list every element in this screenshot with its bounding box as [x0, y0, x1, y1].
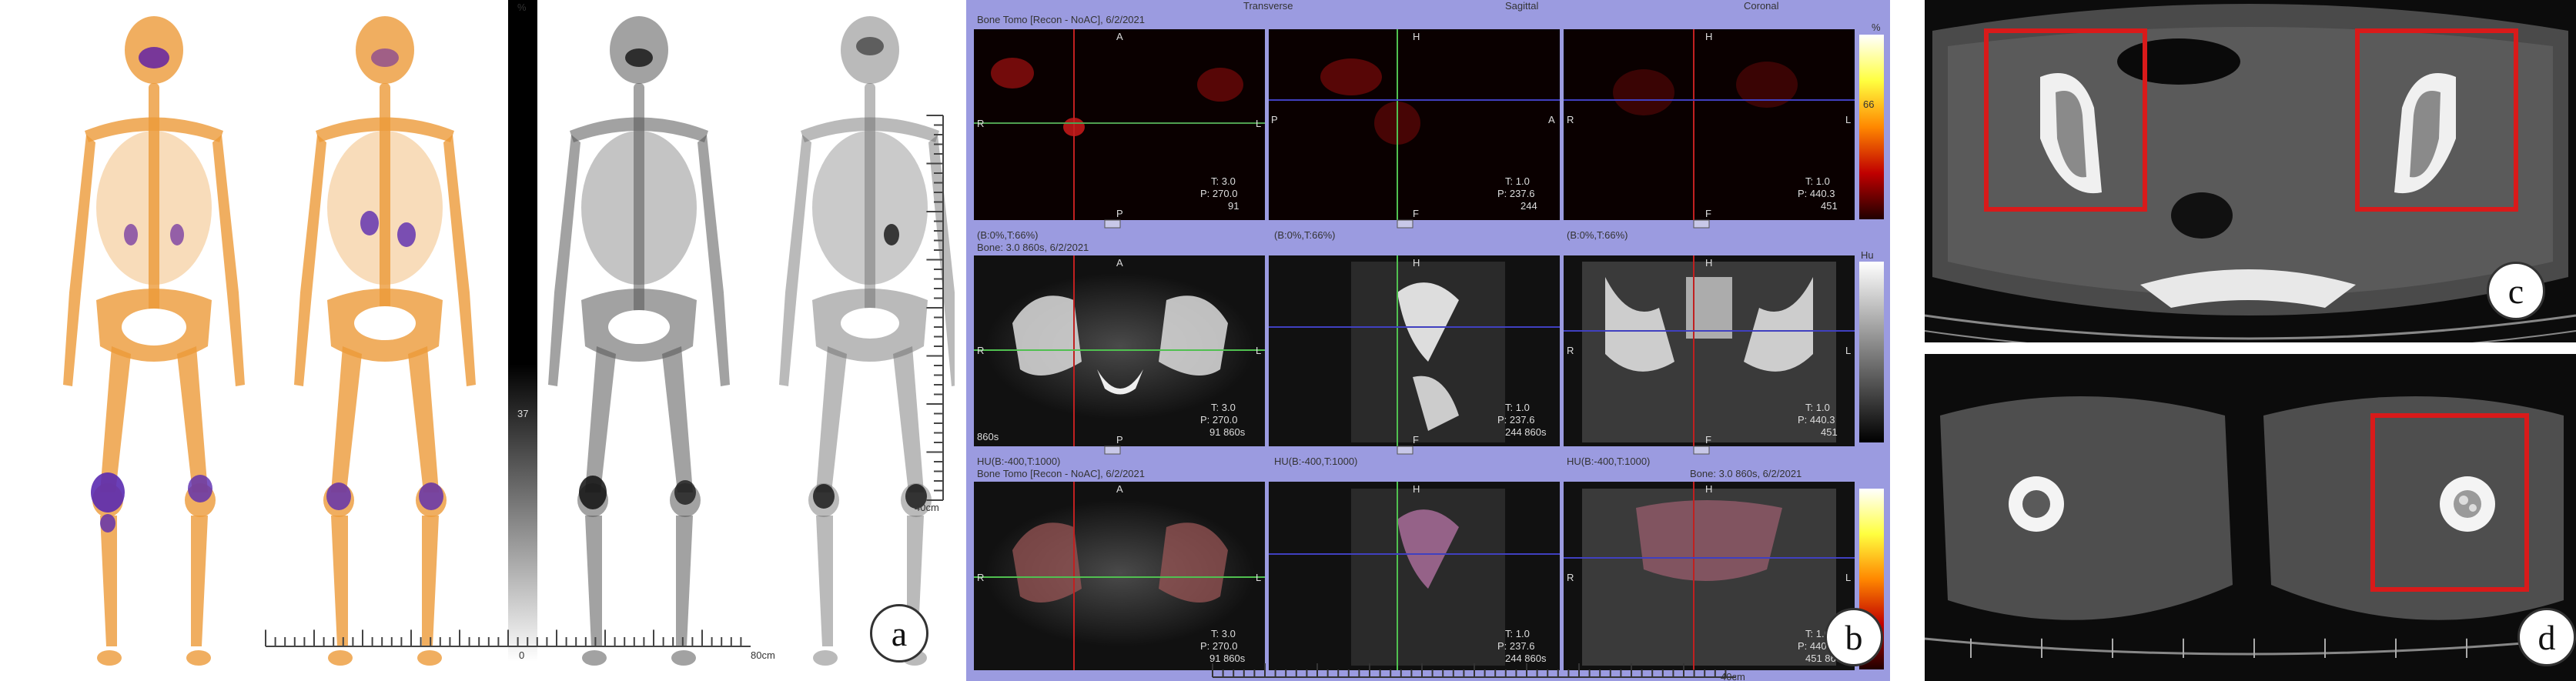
svg-text:P: 270.0: P: 270.0 [1200, 188, 1237, 199]
svg-text:L: L [1256, 572, 1261, 583]
svg-text:L: L [1845, 572, 1851, 583]
bottom-ruler-unit: 80cm [751, 649, 775, 661]
svg-text:HU(B:-400,T:1000): HU(B:-400,T:1000) [1567, 456, 1650, 467]
svg-text:860s: 860s [977, 431, 999, 442]
view-title-coronal: Coronal [1744, 0, 1779, 12]
row1-colorbar [1859, 35, 1884, 219]
panel-a-planar-bone-scan: % 37 0 40cm 80cm a [0, 0, 955, 681]
svg-text:F: F [1705, 208, 1711, 219]
panel-d-svg [1925, 354, 2576, 681]
svg-text:L: L [1845, 114, 1851, 125]
svg-text:L: L [1256, 118, 1261, 129]
svg-text:T: 1.0: T: 1.0 [1505, 175, 1530, 187]
svg-text:L: L [1845, 345, 1851, 356]
svg-text:P: 270.0: P: 270.0 [1200, 414, 1237, 426]
row1-spect: A P R L H F P A H F R L T: 3.0 P: 270.0 … [974, 29, 1855, 229]
svg-text:R: R [1567, 572, 1574, 583]
svg-text:A: A [1116, 31, 1123, 42]
svg-text:(B:0%,T:66%): (B:0%,T:66%) [977, 229, 1038, 241]
svg-text:T: 1.0: T: 1.0 [1805, 402, 1830, 413]
view-title-transverse: Transverse [1243, 0, 1293, 12]
svg-text:H: H [1705, 31, 1712, 42]
colorbar [508, 0, 537, 662]
row2-colorbar [1859, 262, 1884, 442]
svg-text:H: H [1413, 483, 1420, 495]
panel-d-ct-thighs: d [1925, 354, 2576, 681]
svg-text:P: 440.3: P: 440.3 [1798, 414, 1835, 426]
svg-text:A: A [1548, 114, 1555, 125]
svg-text:T: 3.0: T: 3.0 [1211, 175, 1236, 187]
svg-text:P: 440.3: P: 440.3 [1798, 188, 1835, 199]
svg-text:244 860s: 244 860s [1505, 426, 1547, 438]
svg-text:T: 3.0: T: 3.0 [1211, 628, 1236, 639]
svg-text:H: H [1413, 31, 1420, 42]
svg-text:R: R [977, 118, 984, 129]
svg-text:L: L [1256, 345, 1261, 356]
svg-text:HU(B:-400,T:1000): HU(B:-400,T:1000) [1274, 456, 1357, 467]
svg-text:%: % [1872, 22, 1881, 33]
svg-text:P: P [1271, 114, 1278, 125]
svg-text:T: 1.0: T: 1.0 [1505, 628, 1530, 639]
colorbar-bottom-label: 0 [519, 649, 524, 661]
whole-body-posterior-gray [779, 16, 955, 666]
panel-label-d: d [2517, 608, 2576, 666]
svg-text:Bone: 3.0 860s, 6/2/2021: Bone: 3.0 860s, 6/2/2021 [977, 242, 1089, 253]
svg-text:244 860s: 244 860s [1505, 653, 1547, 664]
svg-text:244: 244 [1521, 200, 1537, 212]
svg-text:91: 91 [1228, 200, 1239, 212]
panel-a-svg: % 37 0 40cm 80cm [63, 0, 955, 666]
panel-c-svg [1925, 0, 2576, 342]
panel-b-svg: Transverse Sagittal Coronal Bone Tomo [R… [974, 0, 1884, 681]
svg-text:91 860s: 91 860s [1209, 653, 1246, 664]
svg-text:451: 451 [1821, 200, 1838, 212]
whole-body-anterior-color [63, 16, 245, 666]
svg-text:H: H [1705, 257, 1712, 269]
svg-text:(B:0%,T:66%): (B:0%,T:66%) [1274, 229, 1335, 241]
svg-text:Bone: 3.0 860s, 6/2/2021: Bone: 3.0 860s, 6/2/2021 [1690, 468, 1802, 479]
svg-text:66: 66 [1863, 98, 1874, 110]
svg-text:P: 237.6: P: 237.6 [1497, 640, 1534, 652]
svg-text:(B:0%,T:66%): (B:0%,T:66%) [1567, 229, 1628, 241]
svg-text:T: 1.0: T: 1.0 [1805, 175, 1830, 187]
row3-fused: A R L H H R L T: 3.0 P: 270.0 91 860s T:… [974, 482, 1855, 670]
svg-text:P: P [1116, 208, 1123, 219]
svg-text:F: F [1705, 434, 1711, 446]
svg-text:451: 451 [1821, 426, 1838, 438]
svg-text:R: R [977, 345, 984, 356]
svg-text:P: 237.6: P: 237.6 [1497, 414, 1534, 426]
colorbar-mid-label: 37 [517, 408, 528, 419]
svg-text:A: A [1116, 257, 1123, 269]
whole-body-posterior-color [294, 16, 476, 666]
svg-text:91 860s: 91 860s [1209, 426, 1246, 438]
row1-title: Bone Tomo [Recon - NoAC], 6/2/2021 [977, 14, 1145, 25]
svg-text:T: 1.0: T: 1.0 [1505, 402, 1530, 413]
svg-text:T: 3.0: T: 3.0 [1211, 402, 1236, 413]
colorbar-top-label: % [517, 2, 527, 13]
svg-text:40cm: 40cm [1721, 671, 1745, 681]
svg-text:Bone Tomo [Recon - NoAC], 6/2/: Bone Tomo [Recon - NoAC], 6/2/2021 [977, 468, 1145, 479]
svg-text:A: A [1116, 483, 1123, 495]
right-ruler [926, 115, 944, 501]
svg-text:P: P [1116, 434, 1123, 446]
svg-text:F: F [1413, 208, 1419, 219]
svg-text:HU(B:-400,T:1000): HU(B:-400,T:1000) [977, 456, 1060, 467]
svg-text:P: 237.6: P: 237.6 [1497, 188, 1534, 199]
svg-text:H: H [1705, 483, 1712, 495]
whole-body-anterior-gray [548, 16, 730, 666]
svg-text:Hu: Hu [1861, 249, 1874, 261]
svg-text:R: R [977, 572, 984, 583]
svg-text:F: F [1413, 434, 1419, 446]
view-title-sagittal: Sagittal [1505, 0, 1538, 12]
panel-label-a: a [870, 604, 928, 663]
svg-text:P: 270.0: P: 270.0 [1200, 640, 1237, 652]
panel-b-spect-ct-viewer: Transverse Sagittal Coronal Bone Tomo [R… [966, 0, 1890, 681]
panel-label-c: c [2487, 262, 2545, 320]
row2-ct-bone: A P R L H F H F R L 860s T: 3.0 P: 270.0… [974, 255, 1855, 455]
svg-text:H: H [1413, 257, 1420, 269]
svg-text:R: R [1567, 345, 1574, 356]
right-ruler-unit: 40cm [915, 502, 939, 513]
panel-label-b: b [1825, 608, 1883, 666]
panel-c-ct-pelvis: c [1925, 0, 2576, 342]
svg-text:R: R [1567, 114, 1574, 125]
